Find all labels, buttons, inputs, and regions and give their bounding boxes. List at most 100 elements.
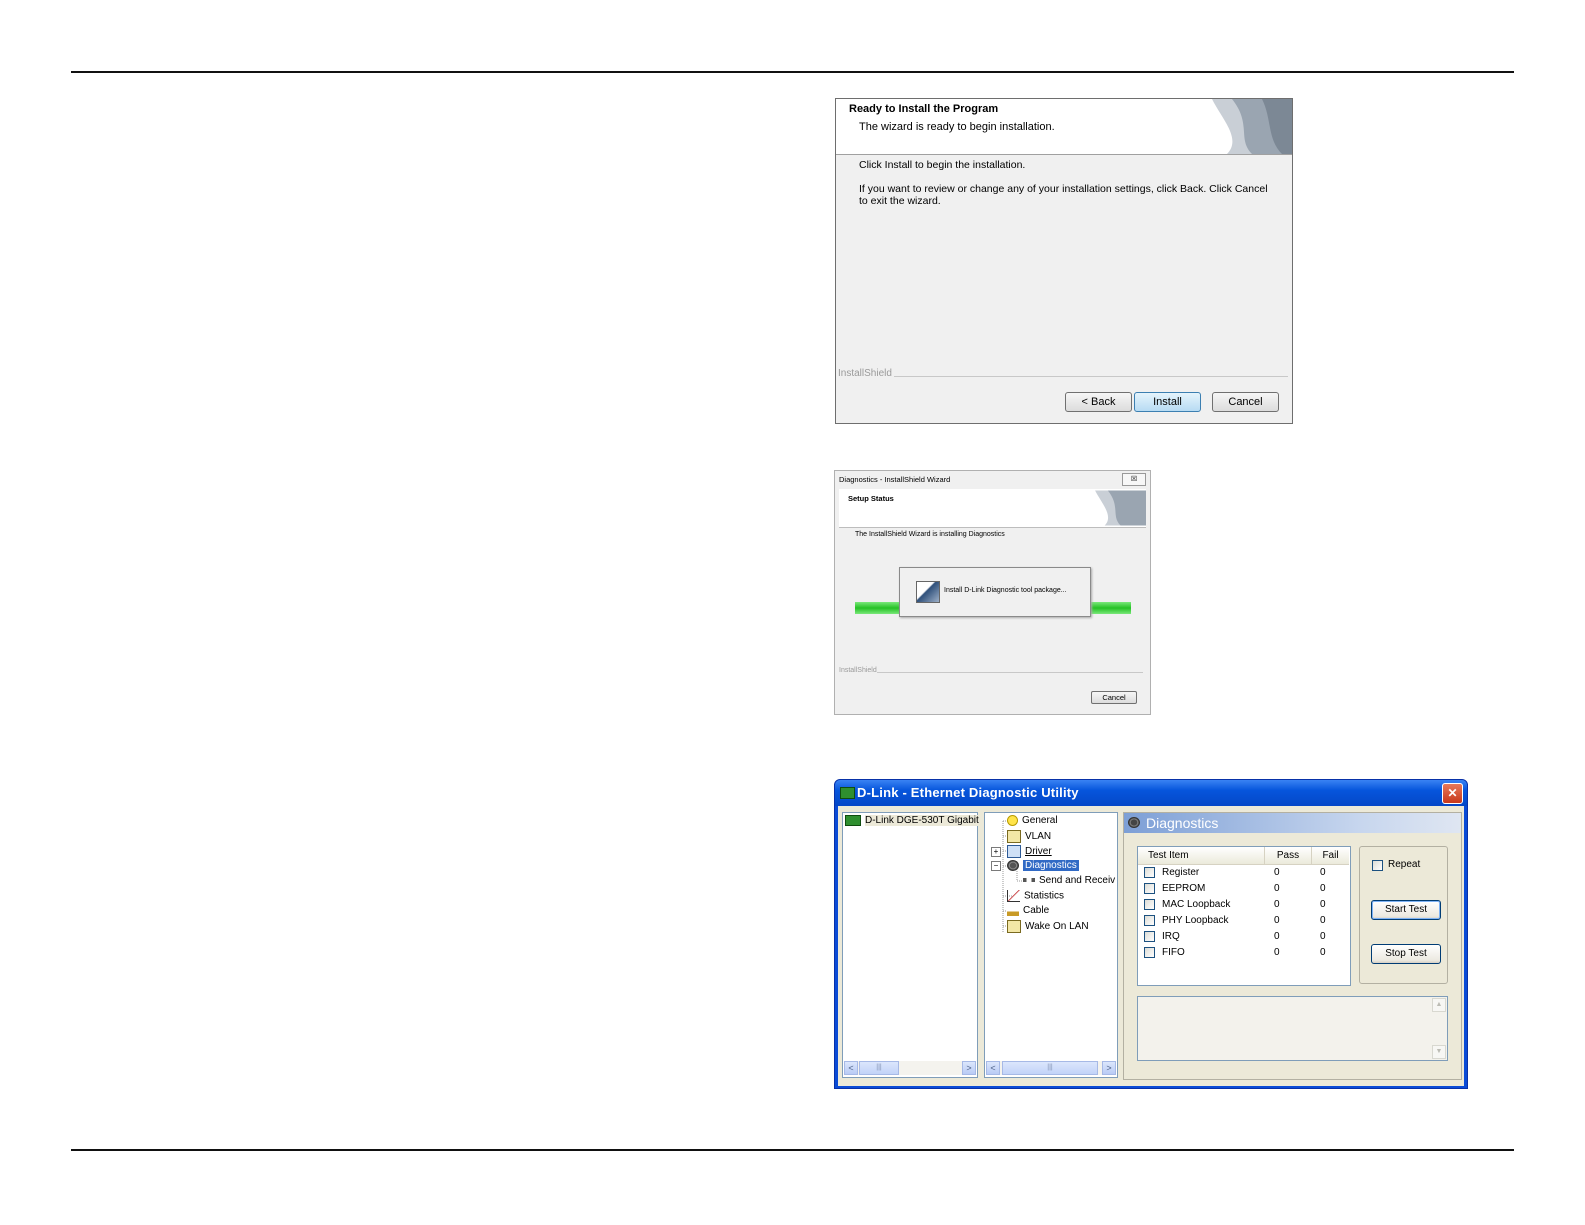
tree-item-wake-on-lan[interactable]: Wake On LAN bbox=[1007, 920, 1089, 933]
test-fail: 0 bbox=[1320, 899, 1326, 910]
scroll-thumb[interactable]: ||| bbox=[859, 1061, 899, 1075]
close-icon[interactable]: ☒ bbox=[1122, 473, 1146, 486]
test-pass: 0 bbox=[1274, 931, 1280, 942]
close-icon[interactable]: ✕ bbox=[1442, 783, 1463, 804]
tree-item-general[interactable]: General bbox=[1007, 815, 1058, 826]
tree-label: Cable bbox=[1023, 905, 1050, 917]
install-progress-popup: Install D-Link Diagnostic tool package..… bbox=[899, 567, 1091, 617]
test-list[interactable]: Test Item Pass Fail Register 0 0 EEPROM … bbox=[1137, 846, 1351, 986]
tree-label: Statistics bbox=[1024, 890, 1065, 902]
test-fail: 0 bbox=[1320, 867, 1326, 878]
scroll-thumb[interactable]: ||| bbox=[1002, 1061, 1098, 1075]
adapter-list-scrollbar[interactable]: < ||| > bbox=[844, 1061, 976, 1075]
test-pass: 0 bbox=[1274, 947, 1280, 958]
test-controls-group: Repeat Start Test Stop Test bbox=[1359, 846, 1448, 984]
statistics-icon bbox=[1007, 890, 1020, 902]
tree-label: Send and Receiv bbox=[1039, 875, 1116, 886]
scroll-down-icon[interactable]: ▼ bbox=[1432, 1045, 1446, 1059]
brand-divider bbox=[877, 672, 1143, 673]
ready-to-install-dialog: Ready to Install the Program The wizard … bbox=[835, 98, 1293, 424]
test-name: FIFO bbox=[1162, 947, 1185, 958]
window-client: D-Link DGE-530T Gigabit < ||| > General … bbox=[838, 806, 1464, 1086]
test-fail: 0 bbox=[1320, 915, 1326, 926]
expand-icon[interactable]: + bbox=[991, 847, 1001, 858]
install-button[interactable]: Install bbox=[1134, 392, 1201, 412]
adapter-item[interactable]: D-Link DGE-530T Gigabit bbox=[845, 815, 979, 827]
tree-item-vlan[interactable]: VLAN bbox=[1007, 830, 1051, 843]
start-test-button[interactable]: Start Test bbox=[1371, 900, 1441, 920]
dialog-header: Ready to Install the Program The wizard … bbox=[836, 99, 1292, 155]
diagnostics-icon bbox=[1007, 860, 1019, 871]
cancel-button[interactable]: Cancel bbox=[1091, 691, 1137, 704]
installshield-brand: InstallShield bbox=[839, 667, 877, 674]
dialog-title: Setup Status bbox=[848, 494, 894, 503]
adapter-list[interactable]: D-Link DGE-530T Gigabit < ||| > bbox=[842, 812, 979, 1078]
tree-label: General bbox=[1022, 815, 1058, 827]
review-instruction: If you want to review or change any of y… bbox=[859, 183, 1268, 207]
test-row-register: Register 0 0 bbox=[1138, 865, 1350, 881]
adapter-label: D-Link DGE-530T Gigabit bbox=[865, 815, 979, 827]
test-row-fifo: FIFO 0 0 bbox=[1138, 945, 1350, 961]
scroll-up-icon[interactable]: ▲ bbox=[1432, 998, 1446, 1012]
tree-item-cable[interactable]: Cable bbox=[1007, 905, 1049, 916]
test-checkbox[interactable] bbox=[1144, 915, 1155, 926]
vlan-icon bbox=[1007, 830, 1021, 843]
collapse-icon[interactable]: − bbox=[991, 861, 1001, 872]
test-checkbox[interactable] bbox=[1144, 867, 1155, 878]
repeat-label: Repeat bbox=[1388, 859, 1421, 870]
test-name: IRQ bbox=[1162, 931, 1180, 942]
popup-message: Install D-Link Diagnostic tool package..… bbox=[944, 587, 1067, 594]
results-log[interactable]: ▲ ▼ bbox=[1137, 996, 1448, 1061]
install-status-text: The InstallShield Wizard is installing D… bbox=[855, 531, 1005, 538]
installshield-banner-icon bbox=[1095, 490, 1146, 526]
feature-tree[interactable]: General VLAN + Driver − Diagnostics Send a… bbox=[984, 812, 1118, 1078]
test-checkbox[interactable] bbox=[1144, 883, 1155, 894]
installshield-brand: InstallShield bbox=[838, 368, 892, 379]
column-fail[interactable]: Fail bbox=[1312, 847, 1349, 865]
tree-label: Driver bbox=[1025, 846, 1052, 858]
test-pass: 0 bbox=[1274, 867, 1280, 878]
column-pass[interactable]: Pass bbox=[1265, 847, 1312, 865]
tree-item-driver[interactable]: + Driver bbox=[991, 845, 1052, 858]
title-bar: D-Link - Ethernet Diagnostic Utility ✕ bbox=[835, 780, 1467, 806]
tree-item-send-receive[interactable]: Send and Receiv bbox=[1023, 875, 1115, 886]
scroll-right-icon[interactable]: > bbox=[962, 1061, 976, 1075]
test-fail: 0 bbox=[1320, 947, 1326, 958]
feature-tree-scrollbar[interactable]: < ||| > bbox=[986, 1061, 1116, 1075]
test-row-eeprom: EEPROM 0 0 bbox=[1138, 881, 1350, 897]
test-name: PHY Loopback bbox=[1162, 915, 1229, 926]
diagnostic-utility-window: D-Link - Ethernet Diagnostic Utility ✕ D… bbox=[834, 779, 1468, 1089]
bulb-icon bbox=[1007, 815, 1018, 826]
test-checkbox[interactable] bbox=[1144, 947, 1155, 958]
test-name: EEPROM bbox=[1162, 883, 1206, 894]
tree-item-statistics[interactable]: Statistics bbox=[1007, 890, 1064, 902]
column-test-item[interactable]: Test Item bbox=[1138, 847, 1265, 865]
install-instruction: Click Install to begin the installation. bbox=[859, 159, 1026, 171]
test-name: Register bbox=[1162, 867, 1200, 878]
test-pass: 0 bbox=[1274, 883, 1280, 894]
test-row-phy-loopback: PHY Loopback 0 0 bbox=[1138, 913, 1350, 929]
back-button[interactable]: < Back bbox=[1065, 392, 1132, 412]
cancel-button[interactable]: Cancel bbox=[1212, 392, 1279, 412]
test-checkbox[interactable] bbox=[1144, 899, 1155, 910]
test-row-irq: IRQ 0 0 bbox=[1138, 929, 1350, 945]
scroll-left-icon[interactable]: < bbox=[844, 1061, 858, 1075]
dialog-header: Setup Status bbox=[839, 489, 1146, 528]
stop-test-button[interactable]: Stop Test bbox=[1371, 944, 1441, 964]
tree-item-diagnostics[interactable]: − Diagnostics bbox=[991, 860, 1079, 872]
tree-label: VLAN bbox=[1025, 831, 1052, 843]
window-title: D-Link - Ethernet Diagnostic Utility bbox=[857, 785, 1079, 800]
scroll-grip: ||| bbox=[1047, 1064, 1053, 1071]
tree-label: Diagnostics bbox=[1023, 860, 1079, 872]
repeat-checkbox[interactable] bbox=[1372, 860, 1383, 871]
network-card-icon bbox=[840, 787, 855, 799]
scroll-left-icon[interactable]: < bbox=[986, 1061, 1000, 1075]
panel-title: Diagnostics bbox=[1146, 815, 1219, 831]
panel-header: Diagnostics bbox=[1124, 813, 1461, 833]
scroll-right-icon[interactable]: > bbox=[1102, 1061, 1116, 1075]
test-pass: 0 bbox=[1274, 899, 1280, 910]
installshield-banner-icon bbox=[1212, 99, 1292, 154]
test-checkbox[interactable] bbox=[1144, 931, 1155, 942]
test-fail: 0 bbox=[1320, 931, 1326, 942]
brand-divider bbox=[894, 376, 1288, 377]
